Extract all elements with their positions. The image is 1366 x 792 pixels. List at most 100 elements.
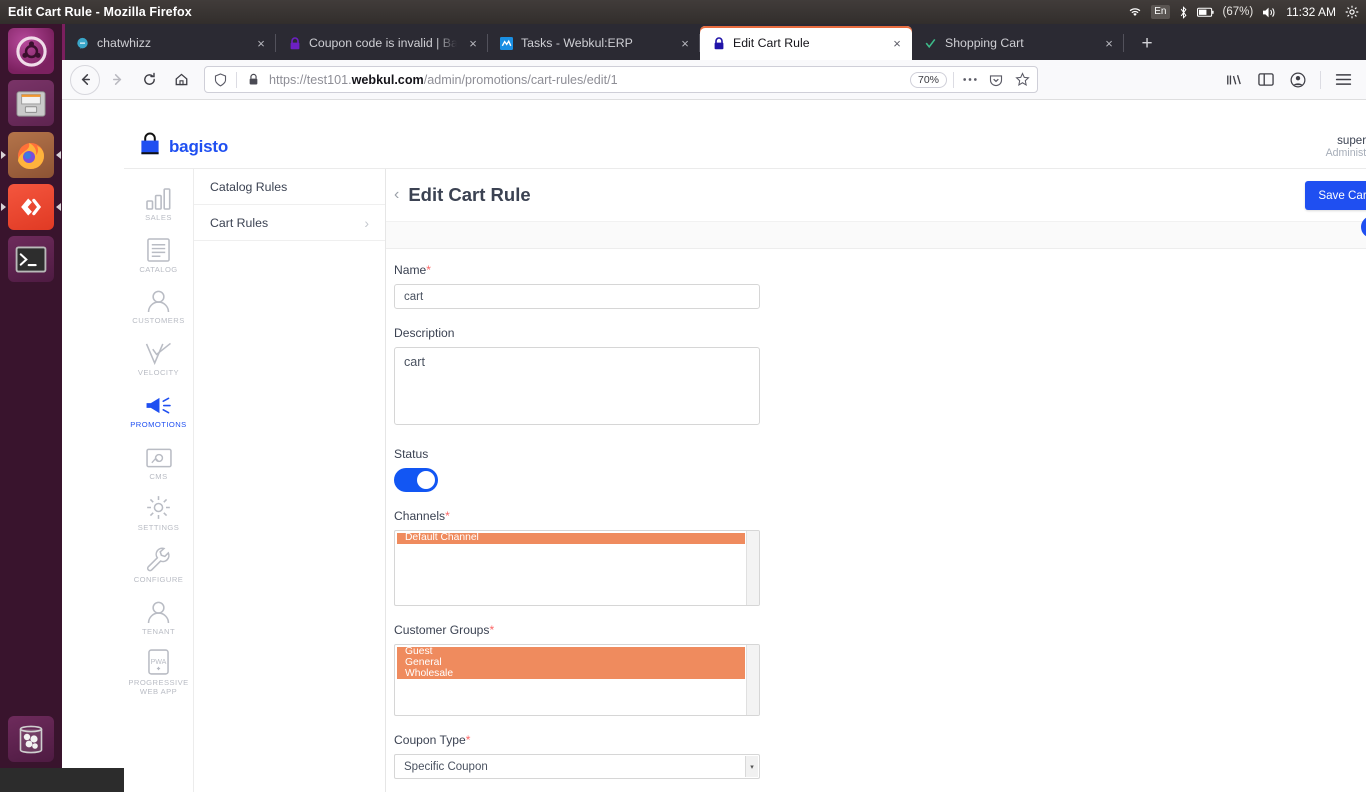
brand-name: bagisto	[169, 136, 229, 156]
field-label: Name*	[394, 263, 431, 277]
name-input[interactable]	[394, 284, 760, 309]
window-title: Edit Cart Rule - Mozilla Firefox	[8, 5, 192, 19]
wifi-icon[interactable]	[1128, 6, 1142, 18]
tab-close-icon[interactable]: ×	[464, 34, 482, 52]
svg-text:PWA: PWA	[151, 659, 167, 666]
tab-strip: chatwhizz × Coupon code is invalid | Bag…	[62, 24, 1366, 60]
sidebars-icon[interactable]	[1251, 65, 1281, 95]
toolbar-right-group	[1219, 65, 1358, 95]
sidebar-item-sales[interactable]: Sales	[124, 177, 194, 229]
customer-groups-multiselect[interactable]: Guest General Wholesale	[394, 644, 760, 716]
system-menu-icon[interactable]	[1345, 5, 1359, 19]
chevron-down-icon[interactable]: ▾	[745, 756, 758, 777]
gear-icon	[146, 494, 171, 520]
browser-tab-shopping-cart[interactable]: Shopping Cart ×	[912, 26, 1124, 60]
field-description: Description cart	[394, 326, 1366, 430]
pocket-icon[interactable]	[986, 70, 1006, 90]
field-customer-groups: Customer Groups* Guest General Wholesale	[394, 623, 1366, 716]
multiselect-option[interactable]: Default Channel	[397, 532, 745, 544]
zoom-level-badge[interactable]: 70%	[909, 71, 947, 88]
browser-tab-chatwhizz[interactable]: chatwhizz ×	[64, 26, 276, 60]
field-label: Coupon Type*	[394, 733, 471, 747]
submenu-label: Catalog Rules	[210, 179, 288, 194]
firefox-window: chatwhizz × Coupon code is invalid | Bag…	[62, 24, 1366, 792]
wrench-icon	[146, 546, 171, 572]
ellipsis-icon[interactable]	[960, 70, 980, 90]
panel-clock[interactable]: 11:32 AM	[1286, 5, 1336, 19]
volume-icon[interactable]	[1262, 6, 1277, 19]
terminal-icon[interactable]	[8, 236, 54, 282]
browser-tab-edit-cart-rule[interactable]: Edit Cart Rule ×	[700, 26, 912, 60]
field-status: Status	[394, 447, 1366, 492]
battery-icon[interactable]	[1196, 7, 1214, 18]
padlock-icon[interactable]	[243, 70, 263, 90]
account-icon[interactable]	[1283, 65, 1313, 95]
tab-close-icon[interactable]: ×	[888, 34, 906, 52]
url-divider	[953, 71, 954, 88]
description-textarea[interactable]: cart	[394, 347, 760, 425]
account-menu[interactable]: super tets Administrator	[1326, 134, 1366, 160]
sidebar-item-configure[interactable]: Configure	[124, 539, 194, 591]
trash-icon[interactable]	[8, 716, 54, 762]
firefox-icon[interactable]	[8, 132, 54, 178]
coupon-type-value: Specific Coupon	[404, 760, 488, 773]
browser-tab-tasks-webkul[interactable]: Tasks - Webkul:ERP ×	[488, 26, 700, 60]
content-area: ‹ Edit Cart Rule Save Cart Rule Name* De…	[386, 169, 1366, 792]
sidebar-item-catalog[interactable]: Catalog	[124, 229, 194, 281]
lock-icon	[711, 36, 726, 51]
vscode-icon[interactable]	[8, 184, 54, 230]
multiselect-scrollbar[interactable]	[746, 531, 759, 605]
reload-icon[interactable]	[134, 65, 164, 95]
check-icon	[923, 36, 938, 51]
check-v-icon	[145, 339, 172, 366]
list-icon	[147, 236, 170, 262]
multiselect-option[interactable]: Guest	[397, 646, 745, 658]
forward-arrow-icon[interactable]	[102, 65, 132, 95]
tab-close-icon[interactable]: ×	[1100, 34, 1118, 52]
brand[interactable]: bagisto	[138, 131, 228, 162]
sidebar-item-cms[interactable]: CMS	[124, 436, 194, 488]
files-icon[interactable]	[8, 80, 54, 126]
sidebar-item-promotions[interactable]: Promotions	[124, 384, 194, 436]
field-coupon-type: Coupon Type* Specific Coupon ▾	[394, 733, 1366, 779]
sidebar-item-customers[interactable]: Customers	[124, 280, 194, 332]
keyboard-language-indicator[interactable]: En	[1151, 5, 1170, 19]
url-text[interactable]: https://test101.webkul.com/admin/promoti…	[269, 73, 904, 87]
sidebar-item-tenant[interactable]: Tenant	[124, 591, 194, 643]
channels-multiselect[interactable]: Default Channel	[394, 530, 760, 606]
megaphone-icon	[145, 391, 172, 417]
save-cart-rule-button[interactable]: Save Cart Rule	[1305, 180, 1366, 210]
submenu-item-cart-rules[interactable]: Cart Rules ›	[194, 205, 385, 241]
ubuntu-top-panel: Edit Cart Rule - Mozilla Firefox En (67%…	[0, 0, 1366, 24]
user-icon	[146, 287, 171, 313]
tab-close-icon[interactable]: ×	[252, 34, 270, 52]
home-icon[interactable]	[166, 65, 196, 95]
sidebar-item-velocity[interactable]: Velocity	[124, 332, 194, 384]
account-role: Administrator	[1325, 147, 1366, 160]
bluetooth-icon[interactable]	[1179, 5, 1188, 19]
ubuntu-dash-icon[interactable]	[8, 28, 54, 74]
star-icon[interactable]	[1012, 70, 1032, 90]
bag-logo-icon	[138, 131, 162, 162]
multiselect-scrollbar[interactable]	[746, 645, 759, 715]
multiselect-option[interactable]: Wholesale	[397, 668, 745, 680]
tab-close-icon[interactable]: ×	[676, 34, 694, 52]
submenu-label: Cart Rules	[210, 215, 269, 230]
pwa-icon: PWA	[148, 649, 169, 676]
url-bar[interactable]: https://test101.webkul.com/admin/promoti…	[204, 66, 1038, 93]
sidebar-item-pwa[interactable]: PWA Progressive Web App	[124, 642, 194, 702]
status-toggle[interactable]	[394, 468, 438, 492]
new-tab-button[interactable]: +	[1132, 28, 1162, 58]
back-arrow-icon[interactable]	[70, 64, 100, 95]
multiselect-option[interactable]: General	[397, 657, 745, 669]
back-chevron-icon[interactable]: ‹	[394, 186, 399, 204]
browser-tab-coupon-invalid[interactable]: Coupon code is invalid | Bagisto ×	[276, 26, 488, 60]
hamburger-menu-icon[interactable]	[1328, 65, 1358, 95]
bagisto-admin-page: bagisto super tets Administrator	[124, 125, 1366, 792]
library-icon[interactable]	[1219, 65, 1249, 95]
tracking-protection-icon[interactable]	[210, 70, 230, 90]
coupon-type-select[interactable]: Specific Coupon ▾	[394, 754, 760, 779]
sidebar-item-settings[interactable]: Settings	[124, 487, 194, 539]
promotions-submenu: Catalog Rules Cart Rules ›	[194, 169, 386, 792]
submenu-item-catalog-rules[interactable]: Catalog Rules	[194, 169, 385, 205]
